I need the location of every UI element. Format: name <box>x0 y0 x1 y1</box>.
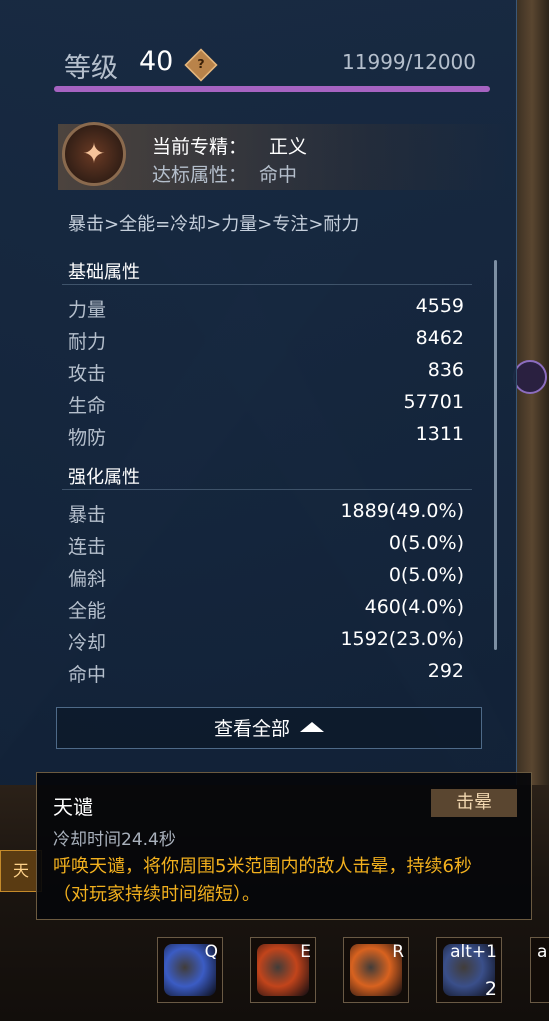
level-label: 等级 <box>64 53 118 84</box>
stat-name: 连击 <box>68 536 107 558</box>
current-spec-label: 当前专精： <box>152 136 248 158</box>
stat-name: 生命 <box>68 395 107 417</box>
stat-value: 1889(49.0%) <box>340 500 464 522</box>
stat-value: 57701 <box>403 391 464 413</box>
xp-progress-bar <box>54 86 490 92</box>
view-all-label: 查看全部 <box>213 718 290 740</box>
xp-text: 11999/12000 <box>342 50 476 74</box>
stat-row: 命中 292 <box>62 656 472 688</box>
skill-key: Q <box>204 942 218 962</box>
stat-row: 生命 57701 <box>62 387 472 419</box>
chevron-up-icon <box>300 722 324 732</box>
skill-key: alt+1 <box>450 942 497 962</box>
stat-name: 耐力 <box>68 331 107 353</box>
stat-priority: 暴击>全能=冷却>力量>专注>耐力 <box>68 214 360 235</box>
edge-orb-icon <box>513 360 547 394</box>
character-stats-panel: 等级 40 ? 11999/12000 ✦ 当前专精： 正义 达标属性： 命中 暴击… <box>0 0 517 785</box>
stat-name: 冷却 <box>68 632 107 654</box>
tooltip-skill-tag: 击晕 <box>431 789 517 817</box>
enhanced-stats-title: 强化属性 <box>62 461 472 490</box>
stat-value: 1311 <box>415 423 464 445</box>
stat-value: 0(5.0%) <box>388 532 464 554</box>
skill-slot-4[interactable]: alt+1 2 <box>436 937 502 1003</box>
current-spec: 当前专精： 正义 <box>152 132 307 159</box>
level-value: 40 <box>139 46 174 77</box>
stat-value: 8462 <box>415 327 464 349</box>
stats-scroll-area[interactable]: 基础属性 力量 4559 耐力 8462 攻击 836 生命 57701 物防 1311 强化属性… <box>62 256 472 688</box>
stat-row: 偏斜 0(5.0%) <box>62 560 472 592</box>
view-all-button[interactable]: 查看全部 <box>56 707 482 749</box>
xp-progress-fill <box>54 86 490 92</box>
stat-row: 暴击 1889(49.0%) <box>62 496 472 528</box>
stat-name: 攻击 <box>68 363 107 385</box>
stat-row: 冷却 1592(23.0%) <box>62 624 472 656</box>
target-attribute-label: 达标属性： <box>152 164 248 186</box>
target-attribute-value: 命中 <box>259 164 298 186</box>
stat-value: 1592(23.0%) <box>340 628 464 650</box>
skill-tooltip: 天谴 击晕 冷却时间24.4秒 呼唤天谴，将你周围5米范围内的敌人击晕，持续6秒… <box>36 772 532 920</box>
stat-name: 命中 <box>68 664 107 686</box>
stat-value: 460(4.0%) <box>364 596 464 618</box>
question-icon[interactable]: ? <box>184 48 218 82</box>
stat-row: 全能 460(4.0%) <box>62 592 472 624</box>
skill-slot-3[interactable]: R <box>343 937 409 1003</box>
stat-row: 物防 1311 <box>62 419 472 451</box>
stat-row: 力量 4559 <box>62 291 472 323</box>
stat-name: 偏斜 <box>68 568 107 590</box>
stat-row: 攻击 836 <box>62 355 472 387</box>
item-count: 2 <box>484 978 497 1000</box>
stat-row: 连击 0(5.0%) <box>62 528 472 560</box>
tooltip-description: 呼唤天谴，将你周围5米范围内的敌人击晕，持续6秒（对玩家持续时间缩短）。 <box>53 856 472 905</box>
current-spec-value: 正义 <box>269 136 308 158</box>
skill-slot-1[interactable]: Q <box>157 937 223 1003</box>
skill-slot-2[interactable]: E <box>250 937 316 1003</box>
stat-name: 力量 <box>68 299 107 321</box>
stat-value: 0(5.0%) <box>388 564 464 586</box>
target-attribute: 达标属性： 命中 <box>152 160 297 187</box>
skill-key: E <box>300 942 311 962</box>
skill-key-partial: a <box>537 942 548 962</box>
basic-stats-title: 基础属性 <box>62 256 472 285</box>
level-row: 等级 40 ? 11999/12000 <box>64 46 476 84</box>
skill-slot-partial[interactable]: a <box>530 937 549 1003</box>
skill-key: R <box>392 942 404 962</box>
tooltip-skill-name: 天谴 <box>53 795 93 819</box>
stat-name: 暴击 <box>68 504 107 526</box>
stats-scrollbar[interactable] <box>494 260 497 650</box>
stat-value: 836 <box>427 359 464 381</box>
stat-value: 292 <box>427 660 464 682</box>
tooltip-cooldown: 冷却时间24.4秒 <box>53 830 176 850</box>
stat-row: 耐力 8462 <box>62 323 472 355</box>
stat-name: 全能 <box>68 600 107 622</box>
stat-name: 物防 <box>68 427 107 449</box>
stat-value: 4559 <box>415 295 464 317</box>
justice-emblem-icon[interactable]: ✦ <box>62 122 126 186</box>
